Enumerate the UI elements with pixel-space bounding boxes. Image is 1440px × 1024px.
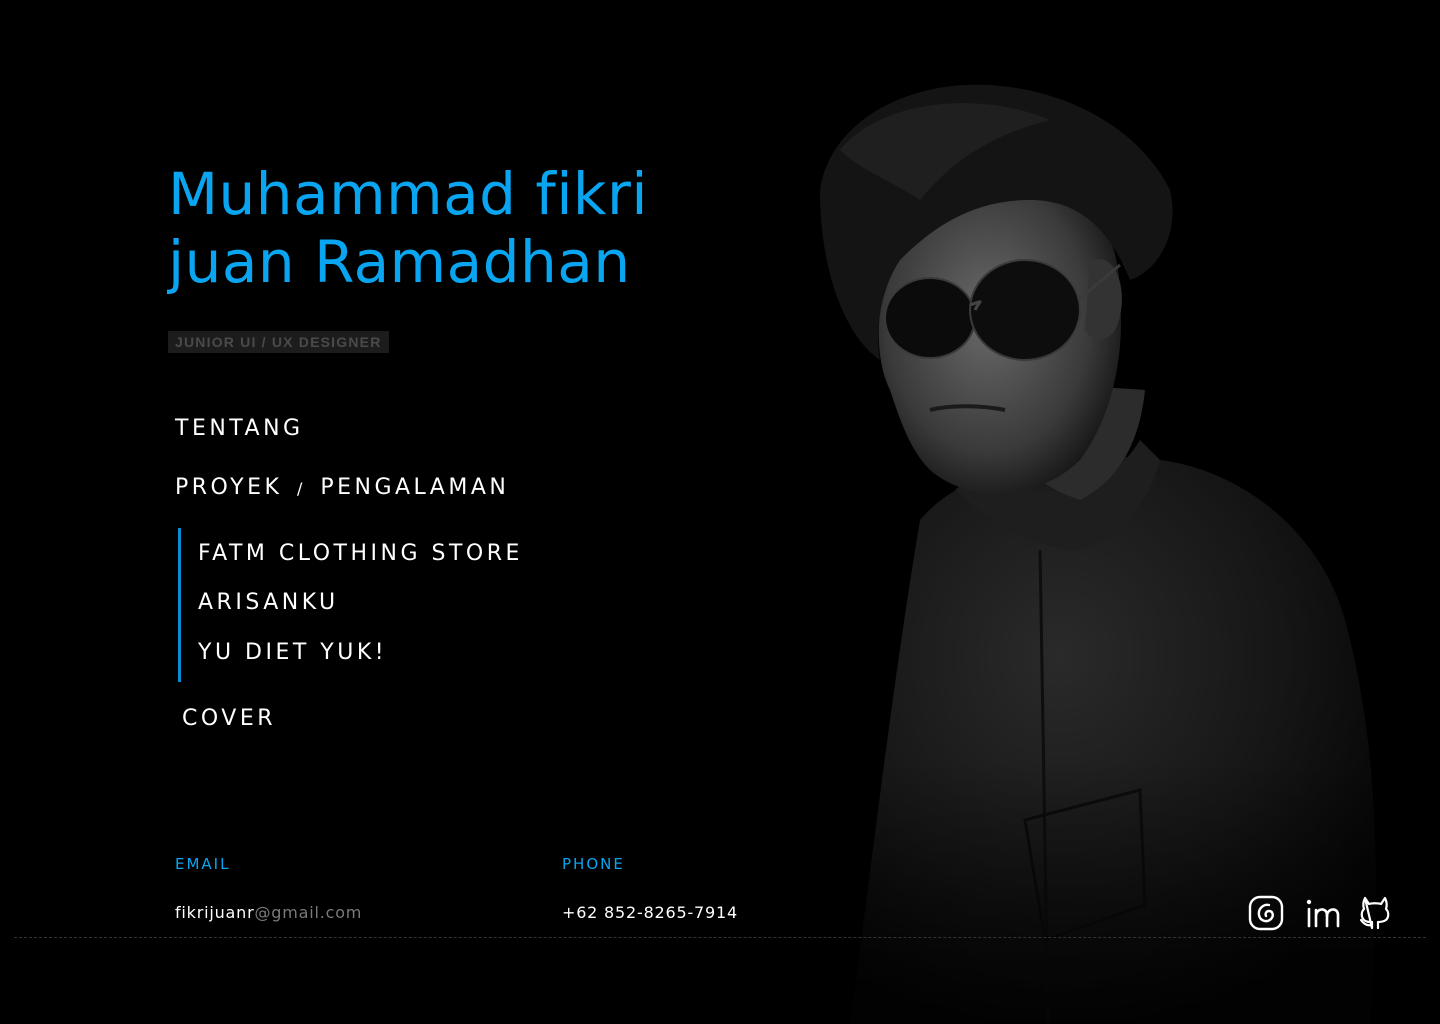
profile-name: Muhammad fikri juan Ramadhan <box>168 160 648 296</box>
github-icon[interactable] <box>1356 894 1394 932</box>
subnav-indicator <box>178 528 181 682</box>
email-link[interactable]: fikrijuanr@gmail.com <box>175 903 362 922</box>
nav-projects-separator: / <box>296 479 306 498</box>
phone-label: PHONE <box>562 855 625 873</box>
email-user: fikrijuanr <box>175 903 255 922</box>
linkedin-icon[interactable] <box>1303 894 1341 932</box>
profile-photo <box>780 60 1440 1024</box>
nav-projects-part2: PENGALAMAN <box>320 475 510 500</box>
footer-divider <box>14 937 1426 938</box>
email-domain: @gmail.com <box>254 903 363 922</box>
nav-item-cover[interactable]: COVER <box>182 706 276 731</box>
subnav-item-yu-diet-yuk[interactable]: YU DIET YUK! <box>198 640 387 665</box>
email-label: EMAIL <box>175 855 231 873</box>
phone-value[interactable]: +62 852-8265-7914 <box>562 903 738 922</box>
nav-projects-part1: PROYEK <box>175 475 283 500</box>
nav-item-about[interactable]: TENTANG <box>175 416 304 441</box>
subnav-item-arisanku[interactable]: ARISANKU <box>198 590 339 615</box>
instagram-icon[interactable] <box>1247 894 1285 932</box>
profile-name-line2: juan Ramadhan <box>168 228 631 296</box>
nav-item-projects[interactable]: PROYEK / PENGALAMAN <box>175 475 509 500</box>
profile-name-line1: Muhammad fikri <box>168 160 648 228</box>
role-badge: JUNIOR UI / UX DESIGNER <box>168 331 389 353</box>
subnav-item-fatm[interactable]: FATM CLOTHING STORE <box>198 541 523 566</box>
